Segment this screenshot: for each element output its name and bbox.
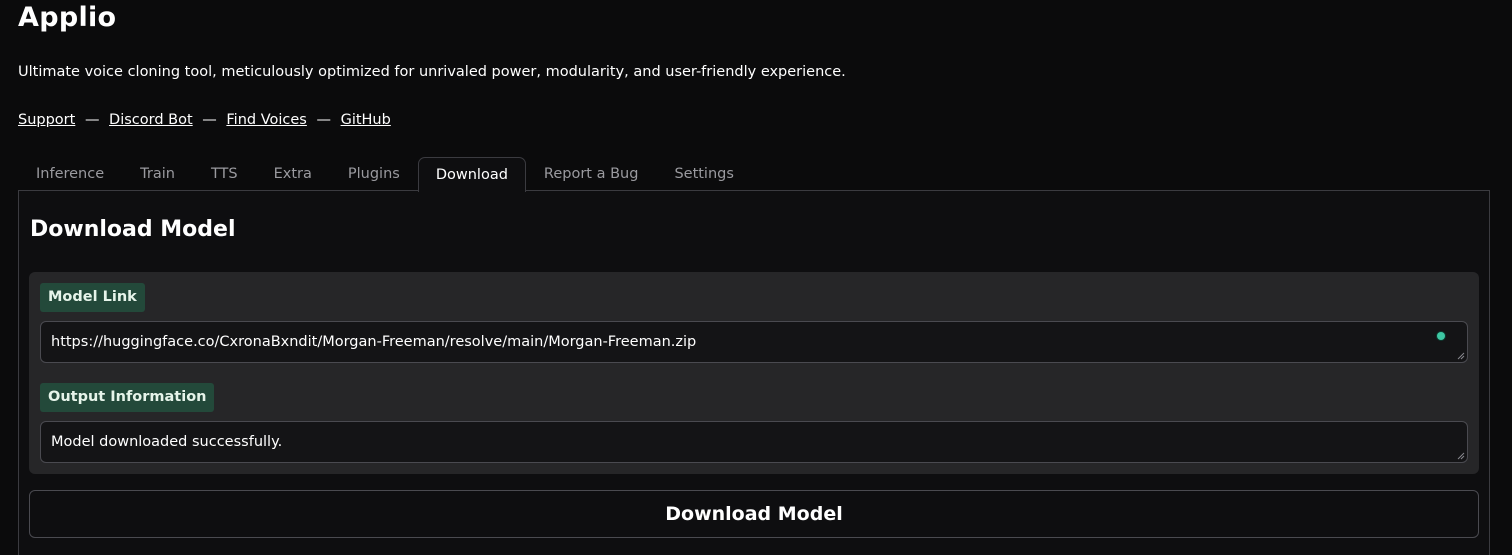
link-separator: — [84,112,100,128]
status-indicator-icon [1437,332,1445,340]
tab-tts[interactable]: TTS [193,157,256,190]
app-tagline: Ultimate voice cloning tool, meticulousl… [18,64,846,80]
resize-handle-icon[interactable] [1457,352,1465,360]
model-link-value: https://huggingface.co/CxronaBxndit/Morg… [51,334,697,350]
tab-extra[interactable]: Extra [256,157,330,190]
model-link-input[interactable]: https://huggingface.co/CxronaBxndit/Morg… [40,321,1468,363]
tab-settings[interactable]: Settings [656,157,751,190]
link-separator: — [316,112,331,128]
discord-bot-link[interactable]: Discord Bot [109,112,193,128]
tab-report-a-bug[interactable]: Report a Bug [526,157,657,190]
support-link[interactable]: Support [18,112,75,128]
app-root: Applio Ultimate voice cloning tool, meti… [0,0,1512,555]
main-tabs: Inference Train TTS Extra Plugins Downlo… [18,157,752,192]
output-information-value: Model downloaded successfully. [51,434,283,450]
app-title: Applio [18,2,117,33]
link-separator: — [202,112,217,128]
download-panel: Download Model Model Link https://huggin… [18,190,1490,555]
download-model-button[interactable]: Download Model [29,490,1479,538]
resize-handle-icon[interactable] [1457,452,1465,460]
tab-download[interactable]: Download [417,157,526,192]
tab-plugins[interactable]: Plugins [330,157,418,190]
output-information-field[interactable]: Model downloaded successfully. [40,421,1468,463]
tab-inference[interactable]: Inference [18,157,122,190]
panel-heading: Download Model [30,217,236,242]
model-link-label: Model Link [40,283,145,312]
download-form-block: Model Link https://huggingface.co/Cxrona… [29,272,1479,474]
tab-train[interactable]: Train [122,157,193,190]
github-link[interactable]: GitHub [341,112,391,128]
find-voices-link[interactable]: Find Voices [226,112,306,128]
output-information-label: Output Information [40,383,215,412]
header-links: Support — Discord Bot — Find Voices — Gi… [18,112,391,128]
